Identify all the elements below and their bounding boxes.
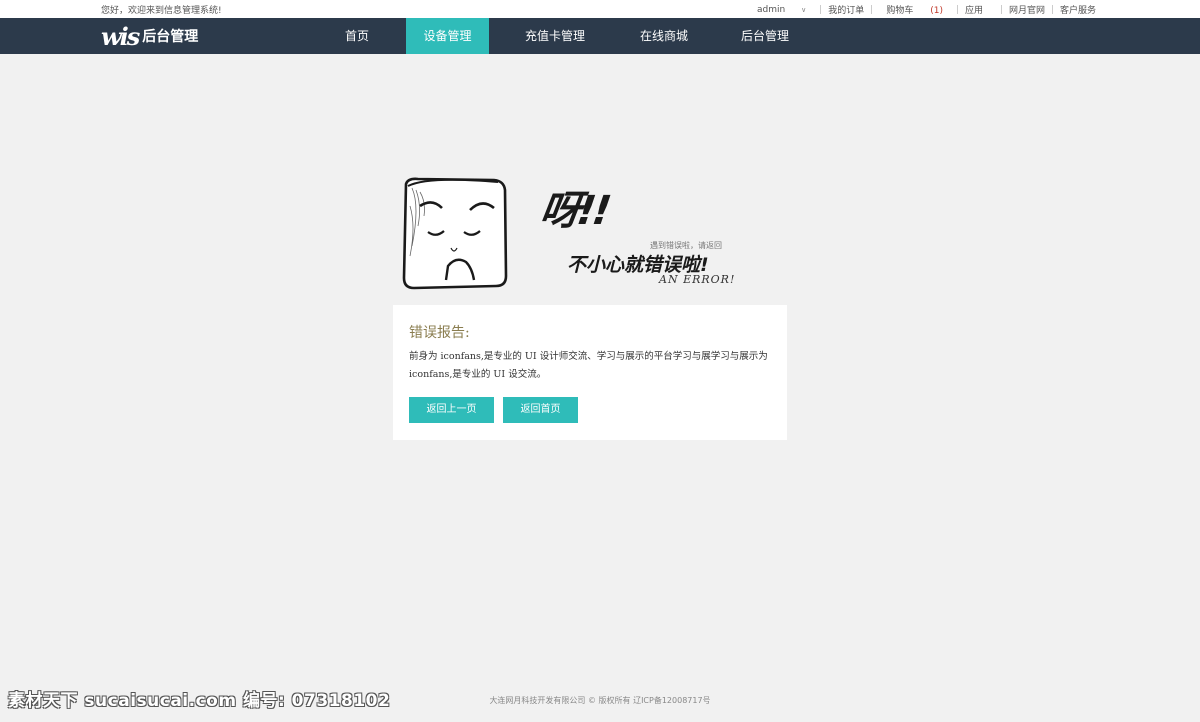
customer-service-link[interactable]: 客户服务 [1053, 3, 1096, 16]
logo-mark: wis [101, 21, 140, 51]
top-info-bar: 您好，欢迎来到信息管理系统! admin ∨ 我的订单 购物车 (1) 应用 网月… [0, 0, 1200, 18]
cart-label: 购物车 [886, 6, 914, 16]
nav-home[interactable]: 首页 [327, 18, 387, 54]
watermark: 素材天下 sucaisucai.com 编号: 07318102 [8, 691, 391, 711]
report-title: 错误报告: [409, 325, 470, 341]
home-button[interactable]: 返回首页 [503, 397, 578, 423]
nav-online-mall[interactable]: 在线商城 [626, 18, 702, 54]
official-site-link[interactable]: 网月官网 [1002, 3, 1052, 16]
apps-link[interactable]: 应用 [958, 3, 1001, 16]
nav-admin[interactable]: 后台管理 [730, 18, 800, 54]
nav-recharge-card[interactable]: 充值卡管理 [515, 18, 595, 54]
error-report-card: 错误报告: 前身为 iconfans,是专业的 UI 设计师交流、学习与展示的平… [393, 305, 787, 440]
report-body: 前身为 iconfans,是专业的 UI 设计师交流、学习与展示的平台学习与展学… [409, 351, 768, 380]
logo[interactable]: wis 后台管理 [101, 21, 199, 51]
user-menu[interactable]: admin ∨ [743, 5, 820, 15]
error-english-label: AN ERROR! [659, 273, 736, 286]
logo-text: 后台管理 [142, 29, 199, 45]
chevron-down-icon: ∨ [801, 5, 807, 14]
cart-link[interactable]: 购物车 (1) [872, 3, 957, 16]
back-button[interactable]: 返回上一页 [409, 397, 494, 423]
cart-count-badge: (1) [930, 6, 943, 16]
my-orders-link[interactable]: 我的订单 [821, 3, 871, 16]
username: admin [756, 4, 786, 15]
exclaim-heading: 呀!! [537, 188, 612, 234]
error-face-illustration [402, 177, 508, 290]
main-navbar: wis 后台管理 首页 设备管理 充值卡管理 在线商城 后台管理 [0, 18, 1200, 54]
nav-device-management[interactable]: 设备管理 [406, 18, 489, 54]
top-links: admin ∨ 我的订单 购物车 (1) 应用 网月官网 客户服务 [743, 3, 1096, 17]
welcome-text: 您好，欢迎来到信息管理系统! [101, 6, 222, 16]
